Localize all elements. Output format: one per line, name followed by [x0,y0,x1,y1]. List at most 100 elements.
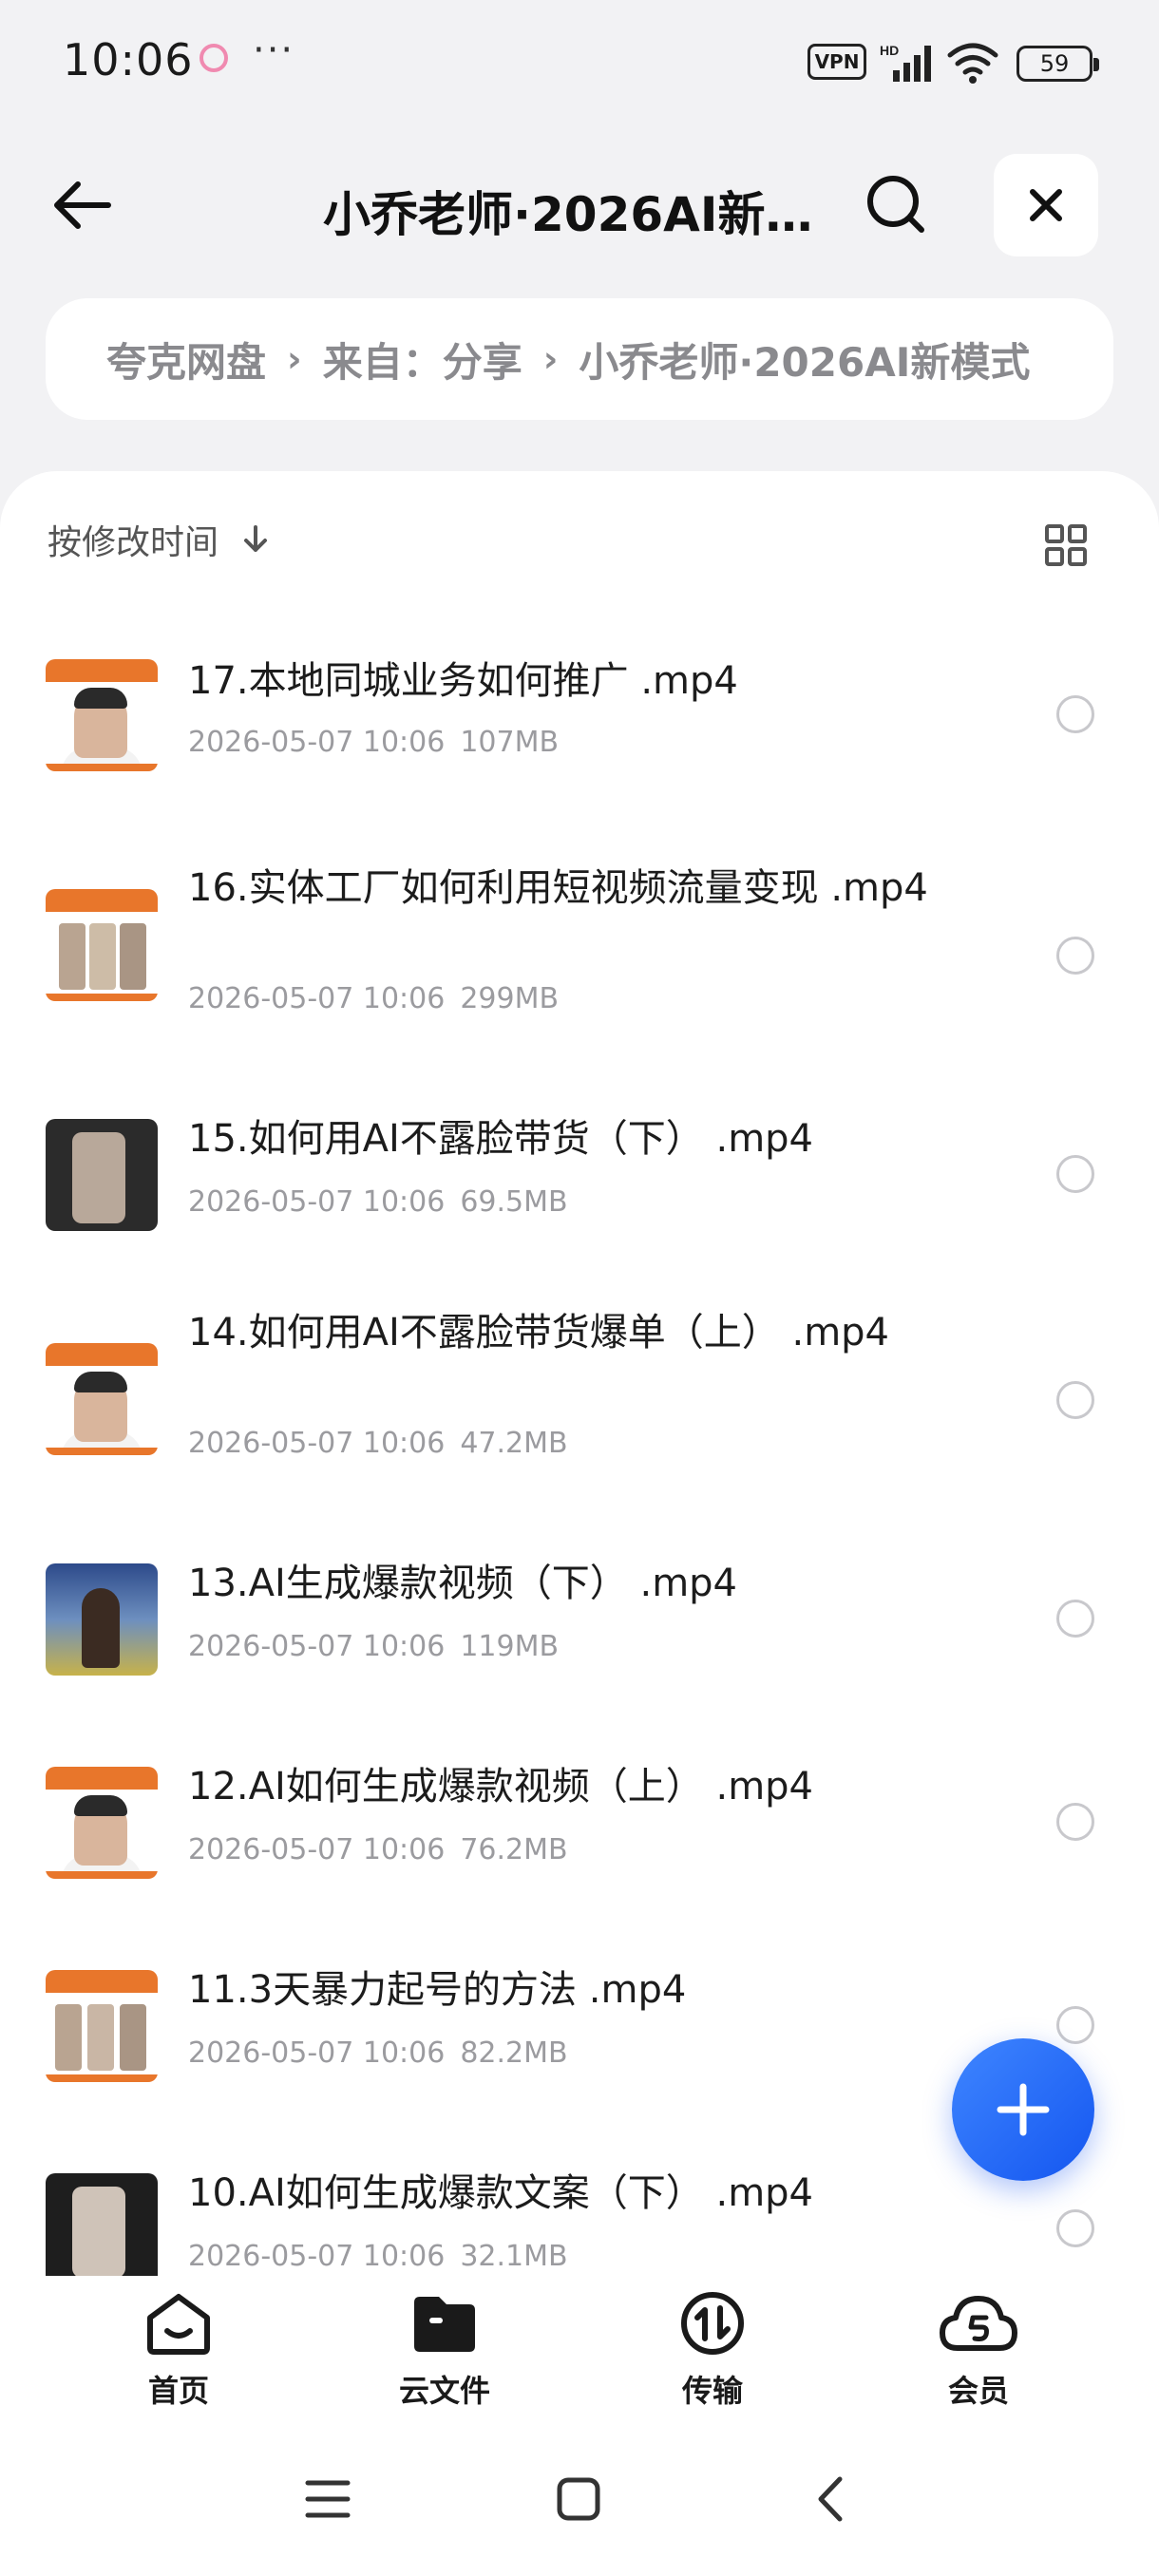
grid-view-icon[interactable] [1043,522,1089,568]
file-name: 11.3天暴力起号的方法 .mp4 [188,1968,687,2012]
home-icon [147,2294,210,2355]
select-radio[interactable] [1056,695,1094,733]
select-radio[interactable] [1056,1600,1094,1638]
video-thumbnail [46,1767,158,1879]
file-meta: 2026-05-07 10:06 299MB [188,982,559,1015]
member-cloud-icon [940,2296,1017,2351]
file-date: 2026-05-07 10:06 [188,1630,446,1663]
status-time: 10:06 [63,34,194,85]
breadcrumb-item-share[interactable]: 来自：分享 [323,331,522,388]
file-row[interactable]: 14.如何用AI不露脸带货爆单（上） .mp4 2026-05-07 10:06… [0,1296,1159,1514]
select-radio[interactable] [1056,1155,1094,1193]
video-thumbnail [46,1970,158,2082]
file-size: 76.2MB [460,1833,568,1866]
file-row[interactable]: 13.AI生成爆款视频（下） .mp4 2026-05-07 10:06 119M… [0,1546,1159,1727]
nav-item-transfer[interactable]: 传输 [627,2289,798,2411]
file-meta: 2026-05-07 10:06 119MB [188,1630,559,1663]
arrow-left-icon [54,181,111,229]
video-thumbnail [46,1343,158,1455]
file-date: 2026-05-07 10:06 [188,2240,446,2273]
file-date: 2026-05-07 10:06 [188,1185,446,1219]
file-size: 69.5MB [460,1185,568,1219]
sort-button[interactable]: 按修改时间 [48,515,272,564]
transfer-icon [681,2292,744,2355]
file-row[interactable]: 10.AI如何生成爆款文案（下） .mp4 2026-05-07 10:06 32… [0,2156,1159,2276]
nav-label-cloud-files: 云文件 [398,2373,490,2409]
video-thumbnail [46,1119,158,1231]
back-button[interactable] [48,167,124,243]
search-button[interactable] [859,167,935,243]
wifi-icon [947,43,998,84]
plus-icon [997,2083,1050,2136]
video-thumbnail [46,889,158,1001]
menu-icon[interactable] [304,2475,352,2523]
file-name: 12.AI如何生成爆款视频（上） .mp4 [188,1765,814,1809]
file-meta: 2026-05-07 10:06 69.5MB [188,1185,568,1219]
breadcrumb: 夸克网盘 › 来自：分享 › 小乔老师·2026AI新模式 [46,298,1113,420]
bottom-nav: 首页 云文件 传输 会员 [0,2276,1159,2428]
arrow-down-icon [244,525,268,552]
select-radio[interactable] [1056,2006,1094,2044]
video-thumbnail [46,659,158,771]
file-date: 2026-05-07 10:06 [188,726,446,759]
more-notifications-icon: ··· [253,28,295,72]
file-meta: 2026-05-07 10:06 47.2MB [188,1427,568,1460]
select-radio[interactable] [1056,2209,1094,2247]
status-bar: 10:06 ··· VPN HD 59 [0,0,1159,123]
select-radio[interactable] [1056,1803,1094,1841]
breadcrumb-item-root[interactable]: 夸克网盘 [106,331,266,388]
signal-icon: HD [880,43,931,82]
nav-item-cloud-files[interactable]: 云文件 [359,2289,530,2411]
nav-label-transfer: 传输 [681,2373,743,2409]
battery-indicator: 59 [1016,46,1099,82]
vpn-badge: VPN [808,44,866,80]
video-thumbnail [46,2173,158,2276]
nav-label-home: 首页 [147,2373,209,2409]
file-meta: 2026-05-07 10:06 107MB [188,726,559,759]
file-row[interactable]: 12.AI如何生成爆款视频（上） .mp4 2026-05-07 10:06 76… [0,1750,1159,1930]
sort-label: 按修改时间 [48,523,219,562]
file-size: 299MB [460,982,560,1015]
nav-label-member: 会员 [947,2373,1009,2409]
select-radio[interactable] [1056,937,1094,975]
nav-item-home[interactable]: 首页 [93,2289,264,2411]
file-size: 47.2MB [460,1427,568,1460]
file-size: 119MB [460,1630,560,1663]
video-thumbnail [46,1563,158,1676]
file-row[interactable]: 15.如何用AI不露脸带货（下） .mp4 2026-05-07 10:06 69… [0,1102,1159,1282]
close-button[interactable] [994,154,1098,256]
file-size: 107MB [460,726,560,759]
breadcrumb-item-current[interactable]: 小乔老师·2026AI新模式 [579,331,1030,388]
file-meta: 2026-05-07 10:06 32.1MB [188,2240,568,2273]
file-name: 10.AI如何生成爆款文案（下） .mp4 [188,2171,814,2215]
file-date: 2026-05-07 10:06 [188,1427,446,1460]
chevron-right-icon: › [287,338,302,380]
file-row[interactable]: 16.实体工厂如何利用短视频流量变现 .mp4 2026-05-07 10:06… [0,851,1159,1070]
select-radio[interactable] [1056,1381,1094,1419]
back-chevron-icon[interactable] [809,2475,857,2523]
add-button[interactable] [952,2038,1094,2181]
file-meta: 2026-05-07 10:06 82.2MB [188,2036,568,2070]
file-name: 14.如何用AI不露脸带货爆单（上） .mp4 [188,1311,890,1354]
file-size: 82.2MB [460,2036,568,2070]
file-date: 2026-05-07 10:06 [188,982,446,1015]
file-name: 15.如何用AI不露脸带货（下） .mp4 [188,1117,814,1161]
home-square-icon[interactable] [555,2475,602,2523]
file-name: 17.本地同城业务如何推广 .mp4 [188,659,738,703]
file-name: 16.实体工厂如何利用短视频流量变现 .mp4 [188,866,928,910]
file-date: 2026-05-07 10:06 [188,1833,446,1866]
file-date: 2026-05-07 10:06 [188,2036,446,2070]
close-icon [1030,189,1062,221]
file-meta: 2026-05-07 10:06 76.2MB [188,1833,568,1866]
nav-item-member[interactable]: 会员 [893,2289,1064,2411]
folder-icon [414,2297,475,2352]
file-row[interactable]: 17.本地同城业务如何推广 .mp4 2026-05-07 10:06 107MB [0,642,1159,823]
file-name: 13.AI生成爆款视频（下） .mp4 [188,1562,738,1605]
hd-label: HD [880,43,899,58]
page-title: 小乔老师·2026AI新… [323,187,813,242]
file-list-panel: 按修改时间 17.本地同城业务如何推广 .mp4 2026-05-07 10:0… [0,471,1159,2276]
search-icon [867,176,924,233]
file-size: 32.1MB [460,2240,568,2273]
system-nav-bar [0,2428,1159,2576]
stopwatch-icon [200,44,228,72]
